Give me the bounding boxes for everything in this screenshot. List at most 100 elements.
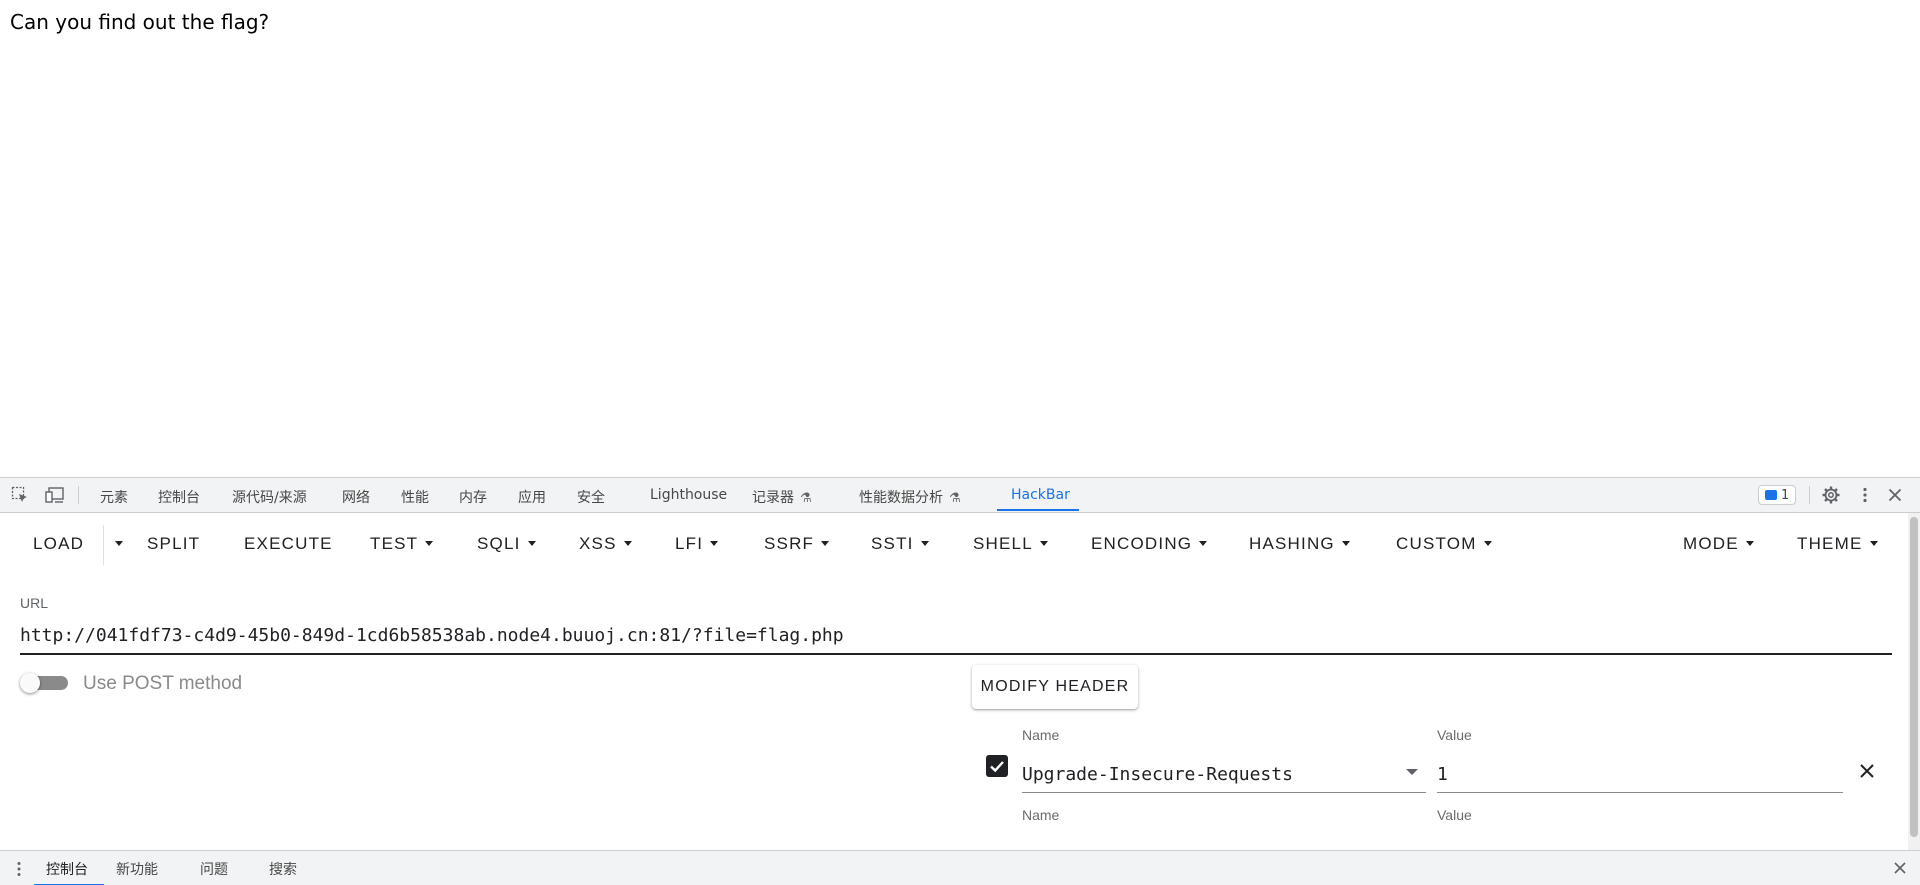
toolbar-divider <box>78 486 79 504</box>
sqli-menu-button[interactable]: SQLI <box>477 534 536 554</box>
device-toolbar-icon[interactable] <box>45 486 64 504</box>
tab-console[interactable]: 控制台 <box>158 487 200 507</box>
header-value-label: Value <box>1437 727 1472 743</box>
tab-application[interactable]: 应用 <box>518 487 546 507</box>
drawer-tab-whats-new[interactable]: 新功能 <box>116 859 158 879</box>
more-options-icon[interactable] <box>1856 486 1874 504</box>
caret-down-icon <box>1199 541 1208 546</box>
mode-menu-button[interactable]: MODE <box>1683 534 1754 554</box>
devtools-tabbar: 元素 控制台 源代码/来源 网络 性能 内存 应用 安全 Lighthouse … <box>0 478 1920 513</box>
browser-window: Can you find out the flag? 元素 控制台 源代码/来源… <box>0 0 1920 885</box>
caret-down-icon <box>1869 541 1878 546</box>
xss-menu-label: XSS <box>579 534 617 553</box>
dropdown-arrow-icon <box>1406 769 1418 775</box>
tab-elements[interactable]: 元素 <box>100 487 128 507</box>
tab-sources[interactable]: 源代码/来源 <box>232 487 307 507</box>
inspect-element-icon[interactable] <box>11 486 29 504</box>
caret-down-icon <box>115 541 123 546</box>
xss-menu-button[interactable]: XSS <box>579 534 632 554</box>
tab-memory[interactable]: 内存 <box>459 487 487 507</box>
encoding-menu-label: ENCODING <box>1091 534 1193 553</box>
hackbar-menu: LOAD SPLIT EXECUTE TEST SQLI XSS LFI SSR… <box>0 513 1908 573</box>
settings-gear-icon[interactable] <box>1822 486 1840 504</box>
tab-performance-insights-label: 性能数据分析 <box>859 490 943 506</box>
load-dropdown-button[interactable] <box>108 534 123 554</box>
hashing-menu-button[interactable]: HASHING <box>1249 534 1350 554</box>
test-menu-button[interactable]: TEST <box>370 534 434 554</box>
custom-menu-label: CUSTOM <box>1396 534 1477 553</box>
caret-down-icon <box>1745 541 1754 546</box>
drawer-tabbar: 控制台 新功能 问题 搜索 <box>0 850 1920 885</box>
drawer-tab-console[interactable]: 控制台 <box>46 859 88 879</box>
caret-down-icon <box>1341 541 1350 546</box>
check-icon <box>990 761 1004 773</box>
caret-down-icon <box>1039 541 1048 546</box>
header-value-text: 1 <box>1437 764 1448 785</box>
custom-menu-button[interactable]: CUSTOM <box>1396 534 1492 554</box>
remove-header-icon[interactable] <box>1858 762 1876 780</box>
tab-recorder[interactable]: 记录器 ⚗ <box>752 487 812 507</box>
url-label: URL <box>20 595 49 611</box>
shell-menu-button[interactable]: SHELL <box>973 534 1048 554</box>
header-name-value: Upgrade-Insecure-Requests <box>1022 764 1293 785</box>
devtools-panel: 元素 控制台 源代码/来源 网络 性能 内存 应用 安全 Lighthouse … <box>0 477 1920 885</box>
modify-header-button[interactable]: MODIFY HEADER <box>972 665 1138 709</box>
close-devtools-icon[interactable] <box>1886 486 1904 504</box>
header-value-label: Value <box>1437 807 1472 823</box>
tab-hackbar[interactable]: HackBar <box>1011 487 1070 503</box>
tab-network[interactable]: 网络 <box>342 487 370 507</box>
header-value-input[interactable]: 1 <box>1437 761 1843 793</box>
load-split-divider <box>103 525 104 565</box>
header-enabled-checkbox[interactable] <box>986 755 1008 777</box>
tab-performance[interactable]: 性能 <box>401 487 429 507</box>
message-icon <box>1765 490 1777 500</box>
execute-button[interactable]: EXECUTE <box>244 534 333 554</box>
drawer-tab-search[interactable]: 搜索 <box>269 859 297 879</box>
caret-down-icon <box>920 541 929 546</box>
hashing-menu-label: HASHING <box>1249 534 1335 553</box>
caret-down-icon <box>710 541 719 546</box>
page-heading: Can you find out the flag? <box>10 10 270 34</box>
caret-down-icon <box>425 541 434 546</box>
toolbar-divider <box>1809 486 1810 504</box>
sqli-menu-label: SQLI <box>477 534 521 553</box>
ssrf-menu-button[interactable]: SSRF <box>764 534 830 554</box>
caret-down-icon <box>623 541 632 546</box>
lfi-menu-button[interactable]: LFI <box>675 534 719 554</box>
tab-performance-insights[interactable]: 性能数据分析 ⚗ <box>859 487 961 507</box>
post-method-label: Use POST method <box>83 673 243 694</box>
mode-menu-label: MODE <box>1683 534 1739 553</box>
toggle-knob <box>20 673 40 693</box>
header-name-label: Name <box>1022 727 1060 743</box>
issues-count: 1 <box>1781 487 1790 503</box>
page-content: Can you find out the flag? <box>0 0 1920 477</box>
issues-badge[interactable]: 1 <box>1758 485 1797 505</box>
drawer-menu-icon[interactable] <box>12 860 26 882</box>
tab-security[interactable]: 安全 <box>577 487 605 507</box>
theme-menu-label: THEME <box>1797 534 1863 553</box>
drawer-tab-issues[interactable]: 问题 <box>200 859 228 879</box>
post-method-toggle[interactable] <box>20 673 68 693</box>
active-tab-indicator <box>997 509 1079 511</box>
hackbar-panel: LOAD SPLIT EXECUTE TEST SQLI XSS LFI SSR… <box>0 513 1920 851</box>
experiment-flask-icon: ⚗ <box>800 491 812 506</box>
theme-menu-button[interactable]: THEME <box>1797 534 1878 554</box>
caret-down-icon <box>821 541 830 546</box>
ssti-menu-button[interactable]: SSTI <box>871 534 929 554</box>
url-input[interactable] <box>20 617 1892 655</box>
load-button[interactable]: LOAD <box>33 534 84 554</box>
shell-menu-label: SHELL <box>973 534 1033 553</box>
caret-down-icon <box>1483 541 1492 546</box>
experiment-flask-icon: ⚗ <box>949 491 961 506</box>
ssti-menu-label: SSTI <box>871 534 914 553</box>
header-name-label: Name <box>1022 807 1060 823</box>
lfi-menu-label: LFI <box>675 534 704 553</box>
close-drawer-icon[interactable] <box>1892 860 1908 880</box>
hackbar-scrollbar[interactable] <box>1908 513 1920 851</box>
scrollbar-thumb[interactable] <box>1910 517 1918 837</box>
caret-down-icon <box>527 541 536 546</box>
split-button[interactable]: SPLIT <box>147 534 200 554</box>
encoding-menu-button[interactable]: ENCODING <box>1091 534 1208 554</box>
header-name-select[interactable]: Upgrade-Insecure-Requests <box>1022 761 1426 793</box>
tab-lighthouse[interactable]: Lighthouse <box>650 487 727 503</box>
